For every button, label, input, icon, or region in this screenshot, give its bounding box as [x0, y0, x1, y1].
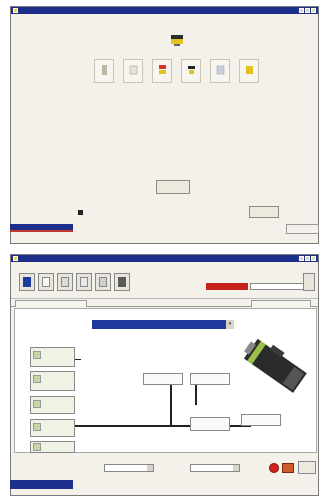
step-icon-2[interactable] [123, 59, 143, 83]
drive-node[interactable] [190, 373, 230, 385]
toolbar [11, 269, 318, 299]
step-icon-1[interactable] [94, 59, 114, 83]
wire-1 [75, 359, 81, 360]
field-select-2[interactable] [190, 464, 240, 472]
document-icon[interactable] [38, 273, 54, 291]
chevron-down-icon[interactable] [233, 465, 239, 471]
device-icon[interactable] [95, 273, 111, 291]
chevron-down-icon[interactable]: ▾ [226, 320, 234, 329]
wire-3 [195, 385, 197, 405]
step-icon-3[interactable] [152, 59, 172, 83]
chip-icon[interactable] [114, 273, 130, 291]
minimize-icon[interactable] [299, 256, 304, 261]
taskbar-accent [10, 230, 73, 232]
taskbar-right-button[interactable] [286, 224, 319, 234]
tab-configuration[interactable] [15, 300, 87, 307]
tab-status[interactable] [251, 300, 311, 307]
close-icon[interactable] [311, 256, 316, 261]
minimize-icon[interactable] [299, 8, 304, 13]
field-select-1[interactable] [104, 464, 154, 472]
status-field[interactable] [250, 283, 305, 290]
device-cube-icon[interactable] [282, 463, 294, 473]
menu-bar [11, 262, 318, 269]
connection-status [206, 274, 306, 294]
wizard-title-bar[interactable] [11, 7, 318, 14]
motor-label[interactable] [241, 414, 281, 426]
setup-wizard-window [10, 6, 319, 244]
config-title-bar[interactable] [11, 255, 318, 262]
feedback-node[interactable] [190, 417, 230, 431]
machine-diagram: ▾ [14, 308, 317, 453]
status-indicator [206, 283, 248, 290]
maximize-icon[interactable] [305, 8, 310, 13]
input-node-1[interactable] [30, 347, 75, 367]
stop-icon[interactable] [269, 463, 279, 473]
wire-2 [170, 383, 172, 427]
input-node-2[interactable] [30, 371, 75, 391]
tab-strip [11, 299, 318, 307]
machine-icon [171, 35, 183, 46]
next-button[interactable] [156, 180, 190, 194]
input-node-3[interactable] [30, 396, 75, 414]
step-icon-6[interactable] [239, 59, 259, 83]
settings-icon[interactable] [303, 273, 315, 291]
input-node-4[interactable] [30, 419, 75, 437]
panel-icon[interactable] [57, 273, 73, 291]
input-node-5[interactable] [30, 441, 75, 453]
apply-button[interactable] [298, 461, 316, 474]
app-icon [13, 256, 18, 261]
motor-image [243, 338, 307, 393]
step-icon-4[interactable] [181, 59, 201, 83]
app-icon [13, 8, 18, 13]
close-button[interactable] [249, 206, 279, 218]
close-icon[interactable] [311, 8, 316, 13]
taskbar-bottom-left[interactable] [10, 480, 73, 489]
machine-type-select[interactable]: ▾ [92, 320, 234, 329]
monitor-icon[interactable] [19, 273, 35, 291]
taskbar-left[interactable] [10, 224, 73, 232]
monitor-icon-2[interactable] [76, 273, 92, 291]
controller-node[interactable] [143, 373, 183, 385]
machine-config-window: ▾ [10, 254, 319, 496]
chevron-down-icon[interactable] [147, 465, 153, 471]
maximize-icon[interactable] [305, 256, 310, 261]
wizard-step-icons [94, 59, 264, 87]
step-icon-5[interactable] [210, 59, 230, 83]
show-on-startup-checkbox[interactable] [78, 210, 83, 215]
